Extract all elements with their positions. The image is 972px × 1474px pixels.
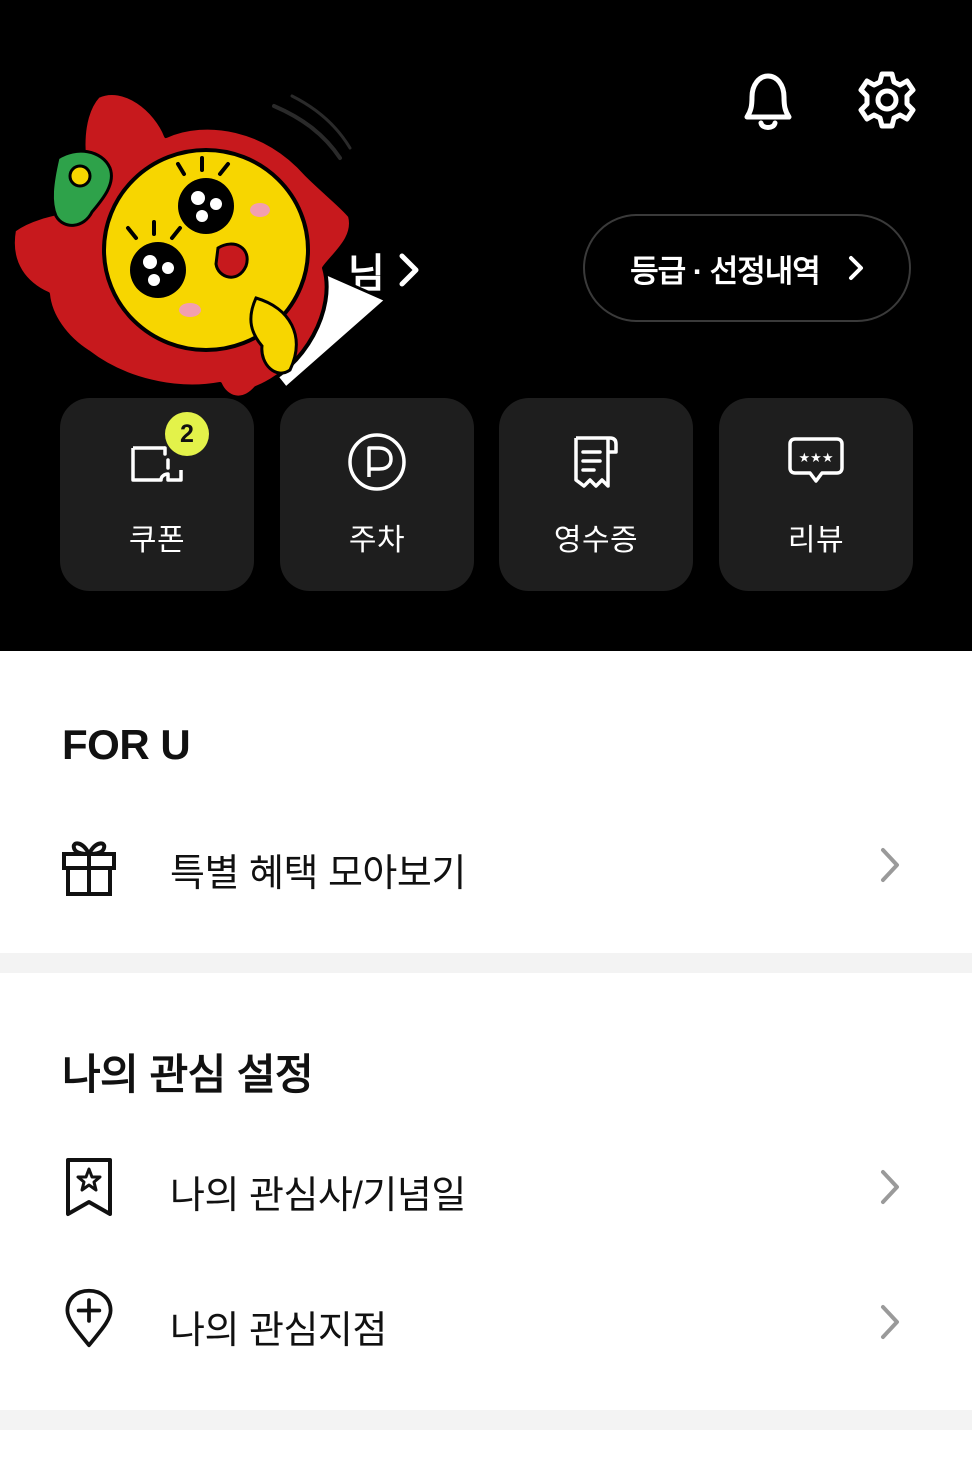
- menu-row-special-benefits[interactable]: 특별 혜택 모아보기: [0, 810, 972, 920]
- location-plus-icon: [65, 1288, 113, 1348]
- quick-menu-parking[interactable]: 주차: [280, 398, 474, 591]
- chevron-right-icon: [881, 848, 899, 882]
- menu-row-label: 나의 관심사/기념일: [170, 1175, 466, 1217]
- section-title-for-u: FOR U: [62, 721, 191, 768]
- chevron-right-icon: [881, 1170, 899, 1204]
- chevron-right-icon: [399, 253, 419, 287]
- quick-menu-receipt[interactable]: 영수증: [499, 398, 693, 591]
- chevron-right-icon: [848, 256, 863, 280]
- bell-icon[interactable]: [737, 68, 799, 134]
- menu-row-label: 나의 관심지점: [170, 1310, 387, 1352]
- section-divider: [0, 1410, 972, 1430]
- gear-icon[interactable]: [856, 68, 918, 134]
- quick-menu-label: 영수증: [553, 524, 639, 557]
- section-title-interests: 나의 관심 설정: [62, 1051, 314, 1098]
- chevron-right-icon: [881, 1305, 899, 1339]
- menu-row-label: 특별 혜택 모아보기: [170, 853, 466, 895]
- review-icon: ★★★: [788, 437, 844, 483]
- bookmark-star-icon: [66, 1158, 112, 1216]
- quick-menu-review[interactable]: ★★★ 리뷰: [719, 398, 913, 591]
- profile-header: 님 등급 · 선정내역 쿠폰 주차 영수증 ★★★ 리뷰 2: [0, 0, 972, 651]
- menu-row-favorite-branches[interactable]: 나의 관심지점: [0, 1267, 972, 1377]
- grade-history-label: 등급 · 선정내역: [630, 253, 821, 289]
- quick-menu-label: 쿠폰: [128, 524, 186, 557]
- receipt-icon: [574, 436, 618, 488]
- svg-text:★★★: ★★★: [799, 451, 834, 466]
- grade-history-button[interactable]: 등급 · 선정내역: [583, 214, 911, 322]
- mascot-character-image: [10, 91, 389, 400]
- section-divider: [0, 953, 972, 973]
- quick-menu-label: 리뷰: [787, 524, 845, 557]
- menu-row-interests-anniversary[interactable]: 나의 관심사/기념일: [0, 1132, 972, 1242]
- quick-menu-label: 주차: [348, 524, 406, 557]
- quick-menu-coupon[interactable]: 쿠폰: [60, 398, 254, 591]
- gift-icon: [62, 841, 116, 896]
- parking-icon: [348, 433, 406, 491]
- coupon-count-badge: 2: [165, 412, 209, 456]
